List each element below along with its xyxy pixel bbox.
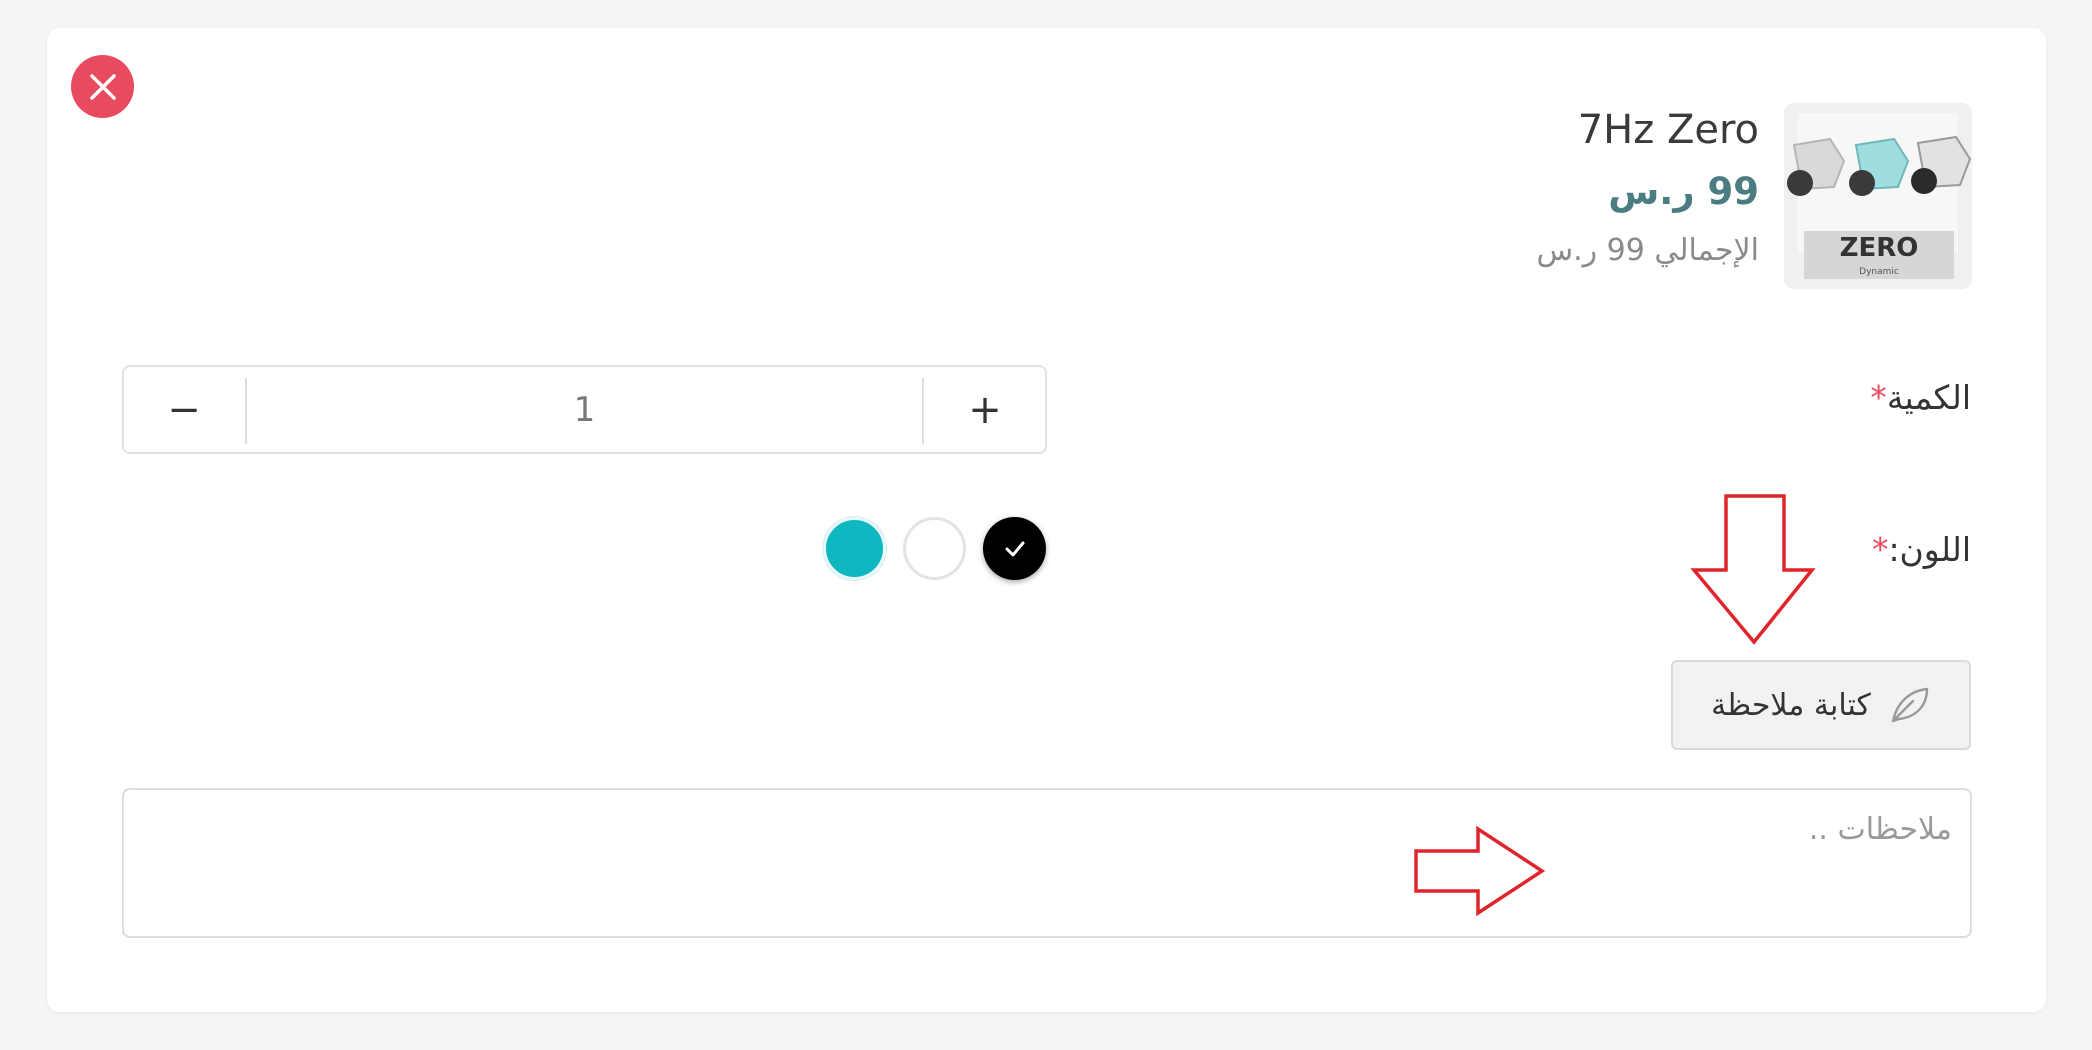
product-total: الإجمالي 99 ر.س [1536, 233, 1759, 268]
write-note-label: كتابة ملاحظة [1711, 687, 1871, 723]
product-price: 99 ر.س [1608, 170, 1759, 213]
close-button[interactable] [71, 55, 134, 118]
required-mark: * [1870, 378, 1887, 417]
svg-text:Dynamic: Dynamic [1859, 267, 1899, 277]
divider [922, 378, 924, 444]
color-label: اللون:* [1872, 530, 1971, 569]
quantity-input[interactable] [248, 371, 921, 448]
quantity-label-text: الكمية [1886, 378, 1971, 417]
product-image: ZERO Dynamic [1784, 103, 1972, 289]
close-icon [89, 73, 116, 100]
increment-button[interactable]: + [925, 367, 1045, 452]
color-label-text: اللون: [1888, 530, 1971, 569]
quantity-stepper: − + [122, 365, 1047, 454]
decrement-button[interactable]: − [124, 367, 244, 452]
color-swatch-white[interactable] [903, 517, 966, 580]
notes-textarea[interactable] [122, 788, 1972, 938]
divider [245, 378, 247, 444]
svg-text:ZERO: ZERO [1840, 233, 1919, 263]
color-swatch-black[interactable] [983, 517, 1046, 580]
quantity-label: الكمية* [1870, 378, 1971, 417]
check-icon [1005, 541, 1024, 556]
feather-icon [1891, 687, 1929, 723]
color-swatch-teal[interactable] [823, 517, 886, 580]
write-note-button[interactable]: كتابة ملاحظة [1671, 660, 1971, 750]
required-mark: * [1871, 530, 1889, 569]
product-name: 7Hz Zero [1577, 107, 1759, 153]
